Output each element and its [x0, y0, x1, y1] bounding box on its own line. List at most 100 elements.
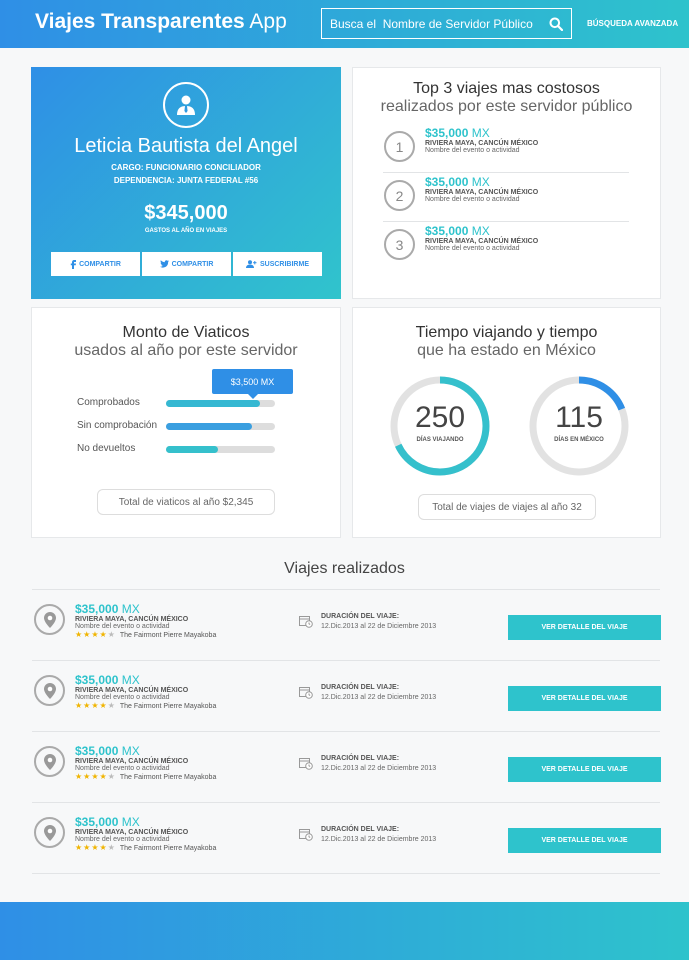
trip-event: Nombre del evento o actividad	[425, 147, 520, 154]
calendar-clock-icon	[299, 829, 313, 841]
location-pin-icon	[34, 746, 65, 777]
duration-label: DURACIÓN DEL VIAJE:	[321, 826, 400, 833]
trip-currency: MX	[121, 744, 140, 758]
subscribe-button[interactable]: SUSCRIBIRME	[233, 252, 322, 276]
hotel-name: The Fairmont Pierre Mayakoba	[119, 845, 217, 852]
ring-value: 250	[414, 401, 466, 434]
star-rating: ★★★★★ The Fairmont Pierre Mayakoba	[75, 630, 216, 639]
trip-location: RIVIERA MAYA, CANCÚN MÉXICO	[75, 758, 189, 765]
star-empty-icon: ★	[107, 843, 116, 852]
advanced-search-link[interactable]: BÚSQUEDA AVANZADA	[587, 19, 678, 28]
bar-label: Comprobados	[77, 397, 140, 408]
star-empty-icon: ★	[107, 772, 116, 781]
trip-duration: DURACIÓN DEL VIAJE: 12.Dic.2013 al 22 de …	[321, 826, 436, 843]
trip-row[interactable]: $35,000 MX RIVIERA MAYA, CANCÚN MÉXICO Nom…	[32, 813, 661, 873]
top3-title: Top 3 viajes mas costosos	[413, 80, 600, 97]
twitter-share-button[interactable]: COMPARTIR	[142, 252, 231, 276]
tiempo-subtitle: que ha estado en México	[417, 342, 596, 359]
location-pin-icon	[34, 817, 65, 848]
trip-event: Nombre del evento o actividad	[425, 196, 520, 203]
top3-item[interactable]: 1 $35,000 MX RIVIERA MAYA, CANCÚN MÉXICO…	[383, 126, 629, 177]
view-trip-detail-button[interactable]: VER DETALLE DEL VIAJE	[508, 757, 661, 782]
trip-currency: MX	[121, 602, 140, 616]
location-pin-icon	[34, 675, 65, 706]
search-icon[interactable]	[549, 17, 563, 31]
trip-row[interactable]: $35,000 MX RIVIERA MAYA, CANCÚN MÉXICO Nom…	[32, 742, 661, 802]
trip-duration: DURACIÓN DEL VIAJE: 12.Dic.2013 al 22 de …	[321, 613, 436, 630]
view-trip-detail-button[interactable]: VER DETALLE DEL VIAJE	[508, 615, 661, 640]
trip-location: RIVIERA MAYA, CANCÚN MÉXICO	[75, 616, 189, 623]
divider	[32, 589, 660, 590]
top3-item[interactable]: 3 $35,000 MX RIVIERA MAYA, CANCÚN MÉXICO…	[383, 224, 629, 275]
trip-amount: $35,000	[425, 126, 469, 140]
ring-value: 115	[555, 401, 603, 434]
trip-currency: MX	[471, 175, 490, 189]
trip-amount: $35,000	[75, 602, 119, 616]
viaticos-title: Monto de Viaticos	[122, 324, 250, 341]
top-bar: Viajes Transparentes App BÚSQUEDA AVANZA…	[0, 0, 689, 48]
trip-row[interactable]: $35,000 MX RIVIERA MAYA, CANCÚN MÉXICO Nom…	[32, 671, 661, 731]
trip-dates: 12.Dic.2013 al 22 de Diciembre 2013	[321, 623, 437, 630]
tiempo-title: Tiempo viajando y tiempo	[415, 324, 598, 341]
trip-event: Nombre del evento o actividad	[75, 623, 170, 630]
app-logo[interactable]: Viajes Transparentes App	[35, 10, 287, 34]
bar-tooltip: $3,500 MX	[212, 369, 293, 399]
star-empty-icon: ★	[107, 630, 116, 639]
trip-amount: $35,000	[75, 673, 119, 687]
search-input[interactable]	[330, 16, 540, 31]
divider	[32, 660, 660, 661]
app-name-light: App	[249, 10, 287, 33]
trip-location: RIVIERA MAYA, CANCÚN MÉXICO	[75, 829, 189, 836]
divider	[383, 221, 629, 222]
view-trip-detail-button[interactable]: VER DETALLE DEL VIAJE	[508, 828, 661, 853]
divider	[32, 802, 660, 803]
footer	[0, 902, 689, 960]
duration-label: DURACIÓN DEL VIAJE:	[321, 613, 400, 620]
star-empty-icon: ★	[107, 701, 116, 710]
search-box	[321, 8, 572, 39]
trip-currency: MX	[471, 126, 490, 140]
trip-event: Nombre del evento o actividad	[75, 765, 170, 772]
top3-item[interactable]: 2 $35,000 MX RIVIERA MAYA, CANCÚN MÉXICO…	[383, 175, 629, 226]
user-tie-icon	[177, 95, 195, 115]
facebook-share-button[interactable]: COMPARTIR	[51, 252, 140, 276]
trip-location: RIVIERA MAYA, CANCÚN MÉXICO	[425, 140, 539, 147]
trip-event: Nombre del evento o actividad	[425, 245, 520, 252]
trip-duration: DURACIÓN DEL VIAJE: 12.Dic.2013 al 22 de …	[321, 684, 436, 701]
trip-row[interactable]: $35,000 MX RIVIERA MAYA, CANCÚN MÉXICO Nom…	[32, 600, 661, 660]
avatar	[163, 82, 209, 128]
rank-number: 1	[384, 131, 415, 162]
app-name-bold: Viajes Transparentes	[35, 10, 245, 33]
bar-track	[166, 400, 275, 407]
subscribe-label: SUSCRIBIRME	[259, 260, 309, 268]
ring-label: DÍAS VIAJANDO	[416, 437, 464, 443]
trip-location: RIVIERA MAYA, CANCÚN MÉXICO	[75, 687, 189, 694]
hotel-name: The Fairmont Pierre Mayakoba	[119, 774, 217, 781]
profile-card: Leticia Bautista del Angel CARGO: FUNCIO…	[31, 67, 341, 299]
bar-sin-comprobacion[interactable]	[166, 423, 253, 430]
bar-comprobados[interactable]	[166, 400, 260, 407]
top3-card: Top 3 viajes mas costosos realizados por…	[352, 67, 661, 299]
bar-track	[166, 446, 275, 453]
trip-dates: 12.Dic.2013 al 22 de Diciembre 2013	[321, 836, 437, 843]
hotel-name: The Fairmont Pierre Mayakoba	[119, 703, 217, 710]
bar-label: Sin comprobación	[77, 420, 158, 431]
twitter-icon	[159, 260, 169, 268]
duration-label: DURACIÓN DEL VIAJE:	[321, 684, 400, 691]
profile-name: Leticia Bautista del Angel	[74, 135, 298, 157]
bar-no-devueltos[interactable]	[166, 446, 219, 453]
trip-currency: MX	[121, 673, 140, 687]
rank-number: 2	[384, 180, 415, 211]
trip-dates: 12.Dic.2013 al 22 de Diciembre 2013	[321, 765, 437, 772]
view-trip-detail-button[interactable]: VER DETALLE DEL VIAJE	[508, 686, 661, 711]
add-user-icon	[245, 260, 257, 268]
trips-section-title: Viajes realizados	[284, 560, 405, 577]
location-pin-icon	[34, 604, 65, 635]
trip-currency: MX	[471, 224, 490, 238]
days-traveling-ring: 250 DÍAS VIAJANDO	[388, 374, 492, 478]
viaticos-subtitle: usados al año por este servidor	[74, 342, 298, 359]
star-rating: ★★★★★ The Fairmont Pierre Mayakoba	[75, 772, 216, 781]
trip-info: $35,000 MX RIVIERA MAYA, CANCÚN MÉXICO Nom…	[75, 673, 216, 710]
trip-amount: $35,000	[425, 175, 469, 189]
star-icon: ★★★★	[75, 772, 108, 781]
